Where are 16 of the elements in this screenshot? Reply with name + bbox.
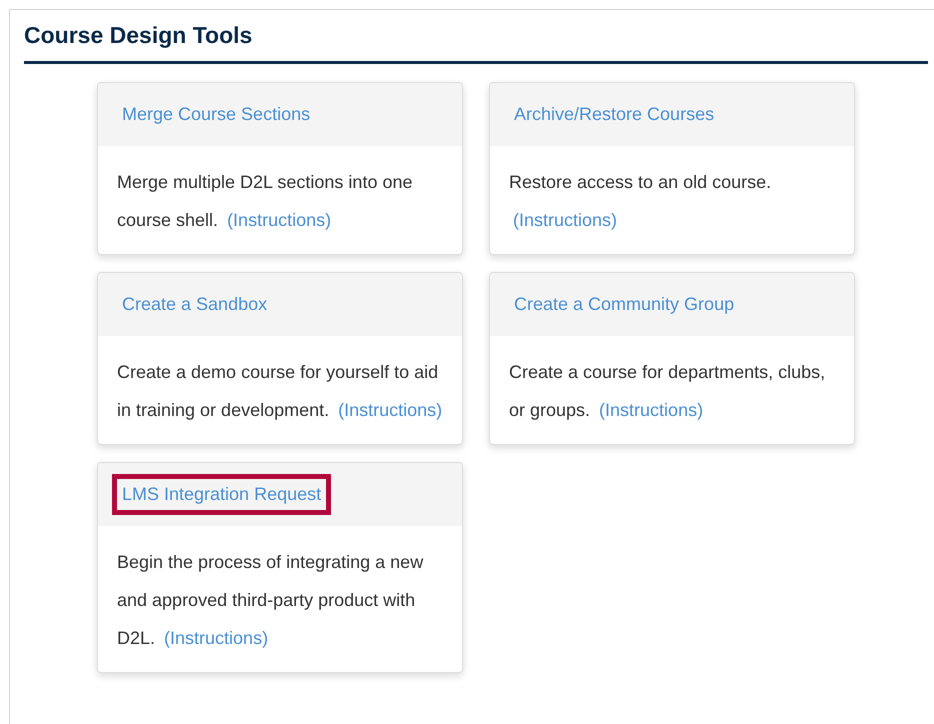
page-heading: Course Design Tools bbox=[24, 10, 928, 64]
card-title-link[interactable]: Create a Sandbox bbox=[112, 284, 278, 325]
card-description: Create a demo course for yourself to aid in training or development. (Instructions) bbox=[116, 361, 444, 422]
card-description: Restore access to an old course. (Instructions) bbox=[508, 171, 772, 232]
instructions-link[interactable]: (Instructions) bbox=[338, 400, 442, 420]
card-title-link[interactable]: Create a Community Group bbox=[504, 284, 744, 325]
card-description: Merge multiple D2L sections into one course shell. (Instructions) bbox=[116, 171, 414, 232]
instructions-link[interactable]: (Instructions) bbox=[227, 210, 332, 230]
card-title-link[interactable]: LMS Integration Request bbox=[112, 474, 332, 515]
instructions-link[interactable]: (Instructions) bbox=[164, 628, 268, 648]
instructions-link[interactable]: (Instructions) bbox=[599, 400, 704, 420]
instructions-link[interactable]: (Instructions) bbox=[513, 210, 618, 230]
card-description: Begin the process of integrating a new and approved third-party product with D2L. (Instructions) bbox=[116, 551, 424, 650]
card-description: Create a course for departments, clubs, or groups. (Instructions) bbox=[508, 361, 826, 422]
card-title-link[interactable]: Merge Course Sections bbox=[112, 94, 320, 135]
card-title-link[interactable]: Archive/Restore Courses bbox=[504, 94, 724, 135]
